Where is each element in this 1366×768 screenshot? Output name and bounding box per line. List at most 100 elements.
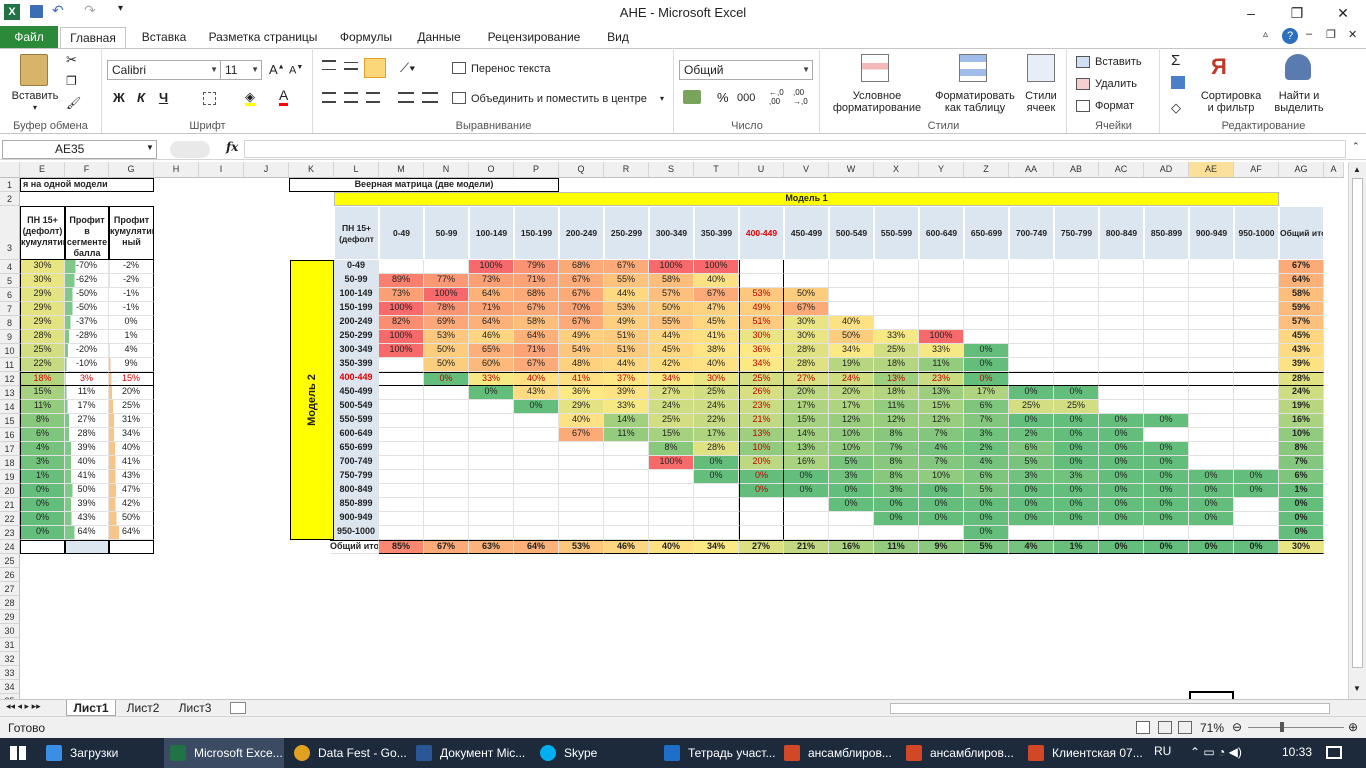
row-header[interactable]: 31 bbox=[0, 638, 20, 652]
matrix-cell[interactable] bbox=[1099, 358, 1144, 372]
matrix-cell[interactable]: 57% bbox=[649, 288, 694, 302]
matrix-cell[interactable] bbox=[514, 470, 559, 484]
matrix-cell[interactable] bbox=[514, 512, 559, 526]
matrix-cell[interactable] bbox=[739, 274, 784, 288]
row-header[interactable]: 34 bbox=[0, 680, 20, 694]
matrix-cell[interactable]: 43% bbox=[1279, 344, 1324, 358]
matrix-cell[interactable] bbox=[379, 372, 424, 386]
tab-data[interactable]: Данные bbox=[408, 29, 470, 48]
matrix-cell[interactable] bbox=[469, 414, 514, 428]
font-name-combo[interactable]: Calibri ▼ bbox=[107, 60, 221, 80]
column-header[interactable]: G bbox=[109, 162, 154, 178]
matrix-cell[interactable]: 17% bbox=[784, 400, 829, 414]
matrix-cell[interactable]: 15% bbox=[919, 400, 964, 414]
fill-color-icon[interactable]: ◈ bbox=[245, 90, 255, 106]
matrix-cell[interactable] bbox=[1189, 358, 1234, 372]
borders-icon[interactable] bbox=[203, 92, 216, 105]
matrix-cell[interactable]: 100% bbox=[424, 288, 469, 302]
matrix-total-cell[interactable]: 4% bbox=[1009, 540, 1054, 554]
left-table-cell[interactable]: 6% bbox=[20, 428, 65, 442]
matrix-cell[interactable] bbox=[1009, 274, 1054, 288]
matrix-cell[interactable]: 0% bbox=[784, 484, 829, 498]
matrix-cell[interactable]: 67% bbox=[604, 260, 649, 274]
matrix-cell[interactable]: 7% bbox=[1279, 456, 1324, 470]
left-table-cell[interactable]: 3% bbox=[20, 456, 65, 470]
matrix-cell[interactable]: 71% bbox=[514, 344, 559, 358]
matrix-cell[interactable]: 18% bbox=[874, 386, 919, 400]
matrix-cell[interactable]: 8% bbox=[874, 470, 919, 484]
matrix-cell[interactable] bbox=[1189, 386, 1234, 400]
matrix-cell[interactable]: 36% bbox=[559, 386, 604, 400]
matrix-cell[interactable] bbox=[604, 498, 649, 512]
matrix-cell[interactable]: 0% bbox=[1054, 512, 1099, 526]
matrix-cell[interactable]: 28% bbox=[784, 358, 829, 372]
matrix-cell[interactable]: 3% bbox=[1009, 470, 1054, 484]
matrix-cell[interactable]: 0% bbox=[1144, 512, 1189, 526]
left-table-cell[interactable]: 25% bbox=[109, 400, 154, 414]
column-header[interactable]: AE bbox=[1189, 162, 1234, 178]
formula-input[interactable] bbox=[244, 140, 1346, 158]
matrix-total-cell[interactable]: 5% bbox=[964, 540, 1009, 554]
matrix-cell[interactable] bbox=[379, 428, 424, 442]
matrix-cell[interactable]: 53% bbox=[739, 288, 784, 302]
matrix-cell[interactable] bbox=[1234, 526, 1279, 540]
tab-page-layout[interactable]: Разметка страницы bbox=[202, 29, 324, 48]
matrix-cell[interactable] bbox=[604, 484, 649, 498]
align-top-icon[interactable] bbox=[322, 60, 336, 70]
left-table-cell[interactable]: -50% bbox=[65, 288, 109, 302]
matrix-cell[interactable] bbox=[1099, 526, 1144, 540]
matrix-cell[interactable]: 51% bbox=[739, 316, 784, 330]
matrix-cell[interactable] bbox=[1189, 442, 1234, 456]
matrix-cell[interactable] bbox=[649, 498, 694, 512]
matrix-cell[interactable]: 25% bbox=[649, 414, 694, 428]
matrix-cell[interactable]: 0% bbox=[919, 484, 964, 498]
delete-cells-button[interactable]: Удалить bbox=[1095, 77, 1137, 91]
matrix-cell[interactable] bbox=[1144, 302, 1189, 316]
matrix-cell[interactable]: 68% bbox=[514, 288, 559, 302]
matrix-cell[interactable]: 3% bbox=[1054, 470, 1099, 484]
matrix-cell[interactable] bbox=[964, 330, 1009, 344]
matrix-cell[interactable] bbox=[739, 498, 784, 512]
format-table-icon[interactable] bbox=[959, 54, 987, 82]
matrix-cell[interactable] bbox=[1054, 302, 1099, 316]
matrix-cell[interactable]: 8% bbox=[874, 456, 919, 470]
matrix-total-cell[interactable]: 85% bbox=[379, 540, 424, 554]
matrix-cell[interactable]: 69% bbox=[424, 316, 469, 330]
matrix-cell[interactable] bbox=[874, 526, 919, 540]
matrix-cell[interactable]: 46% bbox=[469, 330, 514, 344]
matrix-cell[interactable]: 0% bbox=[919, 498, 964, 512]
left-table-cell[interactable]: 25% bbox=[20, 344, 65, 358]
page-layout-view-icon[interactable] bbox=[1158, 721, 1172, 734]
matrix-cell[interactable]: 33% bbox=[874, 330, 919, 344]
minimize-button[interactable]: – bbox=[1228, 0, 1274, 26]
ribbon-collapse-icon[interactable]: ▵ bbox=[1263, 29, 1268, 40]
matrix-cell[interactable] bbox=[1099, 330, 1144, 344]
tab-file[interactable]: Файл bbox=[0, 26, 58, 48]
row-header[interactable]: 7 bbox=[0, 302, 20, 316]
matrix-cell[interactable] bbox=[1054, 274, 1099, 288]
format-cells-button[interactable]: Формат bbox=[1095, 99, 1134, 113]
matrix-cell[interactable] bbox=[469, 400, 514, 414]
matrix-cell[interactable]: 23% bbox=[919, 372, 964, 386]
column-header[interactable]: E bbox=[20, 162, 65, 178]
matrix-cell[interactable] bbox=[1054, 288, 1099, 302]
row-header[interactable]: 27 bbox=[0, 582, 20, 596]
matrix-cell[interactable]: 44% bbox=[649, 330, 694, 344]
row-header[interactable]: 25 bbox=[0, 554, 20, 568]
worksheet-grid[interactable]: E F G H I J K L M N O P Q R S T U V W X Y Z AA AB AC AD AE AF AG A 1 2 3… bbox=[0, 162, 1348, 699]
matrix-cell[interactable]: 40% bbox=[829, 316, 874, 330]
matrix-cell[interactable] bbox=[1144, 386, 1189, 400]
matrix-cell[interactable] bbox=[424, 512, 469, 526]
matrix-cell[interactable]: 100% bbox=[649, 456, 694, 470]
matrix-cell[interactable] bbox=[1009, 330, 1054, 344]
matrix-total-cell[interactable]: 9% bbox=[919, 540, 964, 554]
doc-restore-icon[interactable]: ❐ bbox=[1326, 28, 1336, 41]
matrix-cell[interactable]: 48% bbox=[559, 358, 604, 372]
left-table-cell[interactable]: 43% bbox=[109, 470, 154, 484]
matrix-cell[interactable] bbox=[1144, 330, 1189, 344]
left-table-cell[interactable]: 40% bbox=[65, 456, 109, 470]
matrix-cell[interactable] bbox=[604, 512, 649, 526]
matrix-cell[interactable] bbox=[469, 498, 514, 512]
decrease-indent-icon[interactable] bbox=[398, 92, 414, 103]
left-table-cell[interactable]: 0% bbox=[20, 498, 65, 512]
